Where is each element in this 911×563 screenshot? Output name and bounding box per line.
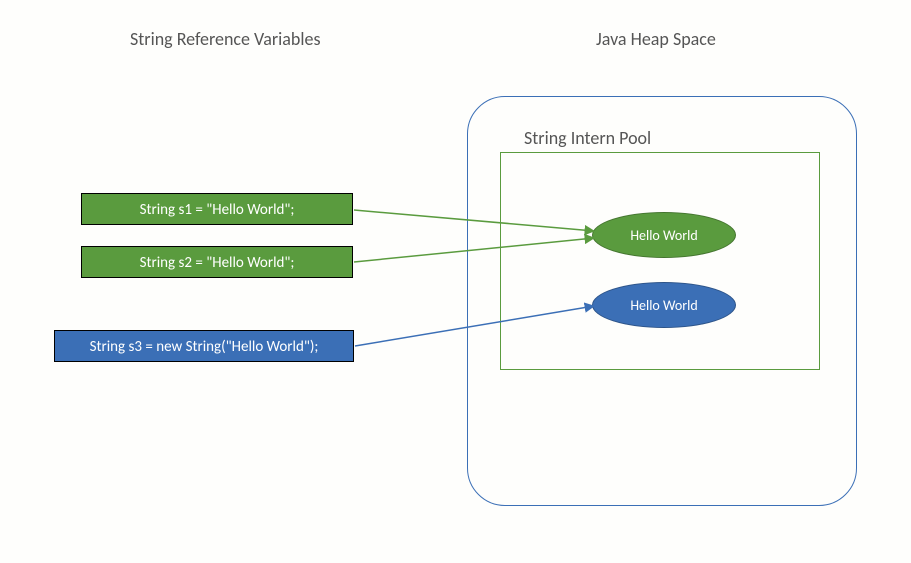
heading-left: String Reference Variables [130,28,321,50]
decl-s3: String s3 = new String("Hello World"); [54,330,354,362]
intern-pool-container [500,152,820,370]
pool-label: String Intern Pool [524,127,651,149]
interned-string-object: Hello World [592,212,736,258]
heap-string-object: Hello World [592,282,736,328]
heading-right: Java Heap Space [596,28,716,50]
decl-s1: String s1 = "Hello World"; [81,193,353,225]
decl-s2: String s2 = "Hello World"; [81,246,353,278]
